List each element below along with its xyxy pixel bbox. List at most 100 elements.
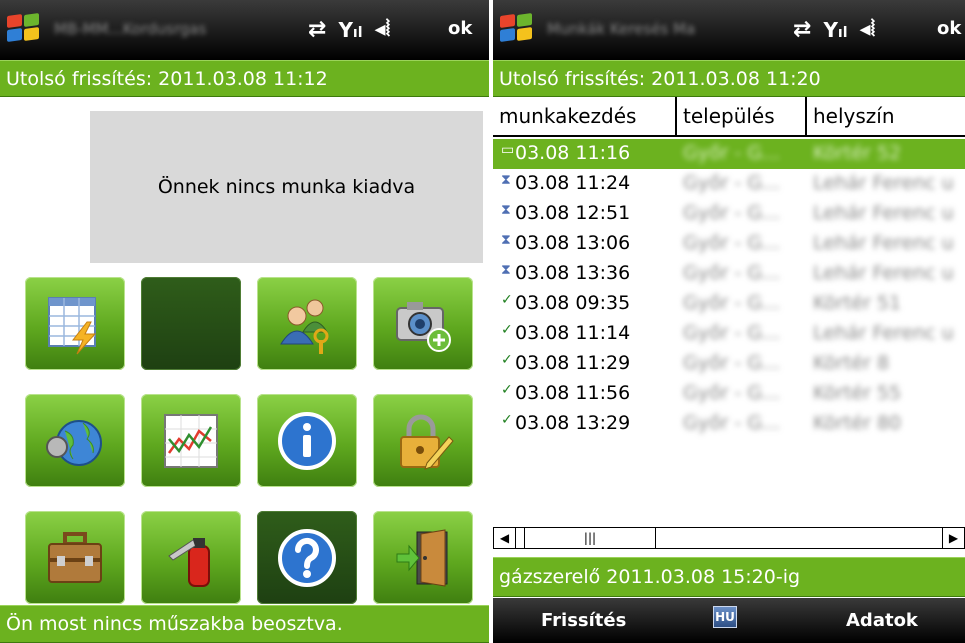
cell-place: Körtér 8: [813, 352, 890, 374]
users-key-icon: [280, 299, 329, 354]
cell-town: Győr - G...: [683, 232, 781, 254]
title-bar: Munkák Keresés Ma ⇄ Yıl ◂⦚ ok: [493, 0, 965, 60]
tile-camera[interactable]: [373, 277, 473, 370]
input-language-indicator[interactable]: HU: [713, 606, 737, 628]
no-work-notice: Önnek nincs munka kiadva: [90, 111, 483, 263]
start-menu-icon[interactable]: [6, 12, 42, 44]
table-row[interactable]: ⧗ 03.08 11:24 Győr - G... Lehár Ferenc u: [493, 169, 965, 199]
cell-start-time: 03.08 11:16: [515, 142, 631, 164]
shift-status: gázszerelő 2011.03.08 15:20-ig: [493, 557, 965, 597]
done-job-icon: ✓: [501, 382, 513, 398]
tile-help[interactable]: [257, 511, 357, 604]
briefcase-icon: [48, 531, 102, 583]
table-row[interactable]: ⧗ 03.08 12:51 Győr - G... Lehár Ferenc u: [493, 199, 965, 229]
cell-start-time: 03.08 11:14: [515, 322, 631, 344]
tile-tools[interactable]: [25, 511, 125, 604]
pending-job-icon: ⧗: [501, 172, 511, 188]
ok-button[interactable]: ok: [937, 18, 961, 39]
refresh-softkey[interactable]: Frissítés: [541, 610, 626, 631]
soft-key-bar: Frissítés HU Adatok: [493, 598, 965, 643]
cell-town: Győr - G...: [683, 142, 781, 164]
scroll-right-icon[interactable]: ▶: [942, 528, 964, 548]
lock-edit-icon: [400, 414, 454, 470]
cell-town: Győr - G...: [683, 202, 781, 224]
globe-icon: [46, 419, 102, 466]
tile-safety[interactable]: [141, 511, 241, 604]
table-row[interactable]: ✓ 03.08 11:14 Győr - G... Lehár Ferenc u: [493, 319, 965, 349]
table-row[interactable]: ✓ 03.08 13:29 Győr - G... Körtér 80: [493, 409, 965, 439]
cell-town: Győr - G...: [683, 412, 781, 434]
connectivity-icon[interactable]: ⇄: [308, 19, 326, 41]
pending-job-icon: ⧗: [501, 262, 511, 278]
window-title: MB-MM...Kordusrgas: [54, 20, 207, 38]
tile-info[interactable]: [257, 394, 357, 487]
volume-icon[interactable]: ◂⦚: [860, 19, 876, 41]
connectivity-icon[interactable]: ⇄: [793, 19, 811, 41]
cell-start-time: 03.08 13:36: [515, 262, 631, 284]
tile-users[interactable]: [257, 277, 357, 370]
column-header-town[interactable]: település: [677, 97, 807, 135]
cell-town: Győr - G...: [683, 352, 781, 374]
cell-place: Körtér 52: [813, 142, 902, 164]
cell-place: Lehár Ferenc u: [813, 322, 954, 344]
work-table-header: munkakezdés település helyszín: [493, 97, 965, 137]
tile-statistics[interactable]: [141, 394, 241, 487]
done-job-icon: ✓: [501, 322, 513, 338]
cell-start-time: 03.08 13:06: [515, 232, 631, 254]
cell-town: Győr - G...: [683, 292, 781, 314]
column-header-start[interactable]: munkakezdés: [493, 97, 677, 135]
cell-place: Körtér 80: [813, 412, 902, 434]
signal-strength-icon[interactable]: Yıl: [338, 20, 362, 40]
tile-map[interactable]: [25, 394, 125, 487]
tile-work-schedule[interactable]: [25, 277, 125, 370]
fire-extinguisher-icon: [168, 537, 210, 587]
last-refresh-status: Utolsó frissítés: 2011.03.08 11:20: [493, 60, 965, 97]
table-row[interactable]: ✓ 03.08 11:56 Győr - G... Körtér 55: [493, 379, 965, 409]
pending-job-icon: ⧗: [501, 202, 511, 218]
scroll-thumb[interactable]: |||: [524, 528, 656, 548]
table-row[interactable]: ⧗ 03.08 13:06 Győr - G... Lehár Ferenc u: [493, 229, 965, 259]
new-job-icon: ▭: [501, 142, 515, 158]
last-refresh-status: Utolsó frissítés: 2011.03.08 11:12: [0, 60, 489, 97]
column-header-place[interactable]: helyszín: [807, 97, 965, 135]
scroll-left-icon[interactable]: ◀: [494, 528, 516, 548]
title-bar: MB-MM...Kordusrgas ⇄ Yıl ◂⦚ ok: [0, 0, 489, 60]
camera-add-icon: [396, 301, 451, 352]
table-row[interactable]: ▭ 03.08 11:16 Győr - G... Körtér 52: [493, 139, 965, 169]
tile-exit[interactable]: [373, 511, 473, 604]
cell-start-time: 03.08 13:29: [515, 412, 631, 434]
cell-start-time: 03.08 09:35: [515, 292, 631, 314]
table-row[interactable]: ✓ 03.08 09:35 Győr - G... Körtér 51: [493, 289, 965, 319]
cell-start-time: 03.08 12:51: [515, 202, 631, 224]
start-menu-icon[interactable]: [499, 12, 535, 44]
done-job-icon: ✓: [501, 412, 513, 428]
chart-icon: [164, 413, 218, 468]
exit-door-icon: [396, 528, 448, 587]
signal-strength-icon[interactable]: Yıl: [823, 20, 847, 40]
tile-password[interactable]: [373, 394, 473, 487]
cell-start-time: 03.08 11:29: [515, 352, 631, 374]
cell-place: Körtér 51: [813, 292, 902, 314]
table-lightning-icon: [48, 296, 97, 354]
shift-status: Ön most nincs műszakba beosztva.: [0, 605, 489, 643]
window-title: Munkák Keresés Ma: [547, 20, 696, 38]
cell-place: Lehár Ferenc u: [813, 262, 954, 284]
ok-button[interactable]: ok: [448, 18, 472, 39]
cell-place: Lehár Ferenc u: [813, 202, 954, 224]
menu-tile-grid: [25, 277, 485, 605]
cell-town: Győr - G...: [683, 262, 781, 284]
cell-place: Lehár Ferenc u: [813, 232, 954, 254]
info-icon: [278, 411, 336, 470]
volume-icon[interactable]: ◂⦚: [375, 19, 391, 41]
horizontal-scrollbar[interactable]: ◀ ||| ▶: [493, 527, 965, 549]
cell-place: Körtér 55: [813, 382, 902, 404]
table-row[interactable]: ⧗ 03.08 13:36 Győr - G... Lehár Ferenc u: [493, 259, 965, 289]
cell-town: Győr - G...: [683, 382, 781, 404]
work-list-screen: Munkák Keresés Ma ⇄ Yıl ◂⦚ ok Utolsó fri…: [493, 0, 965, 643]
cell-town: Győr - G...: [683, 172, 781, 194]
done-job-icon: ✓: [501, 352, 513, 368]
table-row[interactable]: ✓ 03.08 11:29 Győr - G... Körtér 8: [493, 349, 965, 379]
tile-empty[interactable]: [141, 277, 241, 370]
details-softkey[interactable]: Adatok: [846, 610, 918, 631]
cell-town: Győr - G...: [683, 322, 781, 344]
